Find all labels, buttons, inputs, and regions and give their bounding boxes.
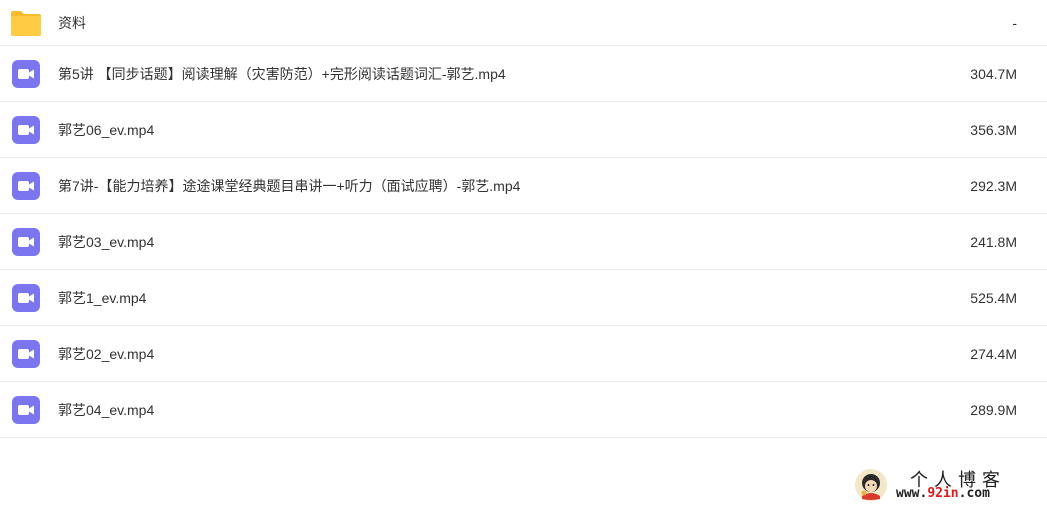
- file-size: 241.8M: [970, 233, 1017, 250]
- video-file-icon: [12, 283, 40, 312]
- file-name[interactable]: 郭艺1_ev.mp4: [58, 288, 146, 308]
- watermark: 个人博客 www.92in.com: [852, 466, 1042, 504]
- file-row-folder[interactable]: 资料 -: [0, 0, 1047, 46]
- file-size: 289.9M: [970, 401, 1017, 418]
- file-row-video[interactable]: 郭艺03_ev.mp4 241.8M: [0, 214, 1047, 270]
- file-name[interactable]: 郭艺02_ev.mp4: [58, 344, 154, 364]
- file-name[interactable]: 第7讲-【能力培养】途途课堂经典题目串讲一+听力（面试应聘）-郭艺.mp4: [58, 176, 520, 196]
- file-size: -: [1012, 14, 1017, 31]
- file-size: 274.4M: [970, 345, 1017, 362]
- file-row-video[interactable]: 第7讲-【能力培养】途途课堂经典题目串讲一+听力（面试应聘）-郭艺.mp4 29…: [0, 158, 1047, 214]
- file-name[interactable]: 第5讲 【同步话题】阅读理解（灾害防范）+完形阅读话题词汇-郭艺.mp4: [58, 64, 506, 84]
- file-name[interactable]: 郭艺03_ev.mp4: [58, 232, 154, 252]
- file-name[interactable]: 郭艺06_ev.mp4: [58, 120, 154, 140]
- mascot-logo-icon: [855, 469, 887, 501]
- video-file-icon: [12, 115, 40, 144]
- file-list: 资料 - 第5讲 【同步话题】阅读理解（灾害防范）+完形阅读话题词汇-郭艺.mp…: [0, 0, 1047, 438]
- video-file-icon: [12, 171, 40, 200]
- file-row-video[interactable]: 郭艺04_ev.mp4 289.9M: [0, 382, 1047, 438]
- video-file-icon: [12, 395, 40, 424]
- watermark-url-prefix: www.: [896, 486, 928, 501]
- file-size: 525.4M: [970, 289, 1017, 306]
- folder-icon: [11, 10, 41, 36]
- file-size: 292.3M: [970, 177, 1017, 194]
- video-file-icon: [12, 227, 40, 256]
- video-file-icon: [12, 59, 40, 88]
- file-name[interactable]: 郭艺04_ev.mp4: [58, 400, 154, 420]
- file-row-video[interactable]: 郭艺06_ev.mp4 356.3M: [0, 102, 1047, 158]
- file-row-video[interactable]: 第5讲 【同步话题】阅读理解（灾害防范）+完形阅读话题词汇-郭艺.mp4 304…: [0, 46, 1047, 102]
- watermark-url-highlight: 92in: [927, 486, 959, 501]
- file-row-video[interactable]: 郭艺02_ev.mp4 274.4M: [0, 326, 1047, 382]
- file-size: 356.3M: [970, 121, 1017, 138]
- video-file-icon: [12, 339, 40, 368]
- file-name[interactable]: 资料: [58, 13, 86, 33]
- watermark-url-suffix: .com: [958, 486, 990, 501]
- watermark-url: www.92in.com: [896, 486, 990, 501]
- file-size: 304.7M: [970, 65, 1017, 82]
- file-row-video[interactable]: 郭艺1_ev.mp4 525.4M: [0, 270, 1047, 326]
